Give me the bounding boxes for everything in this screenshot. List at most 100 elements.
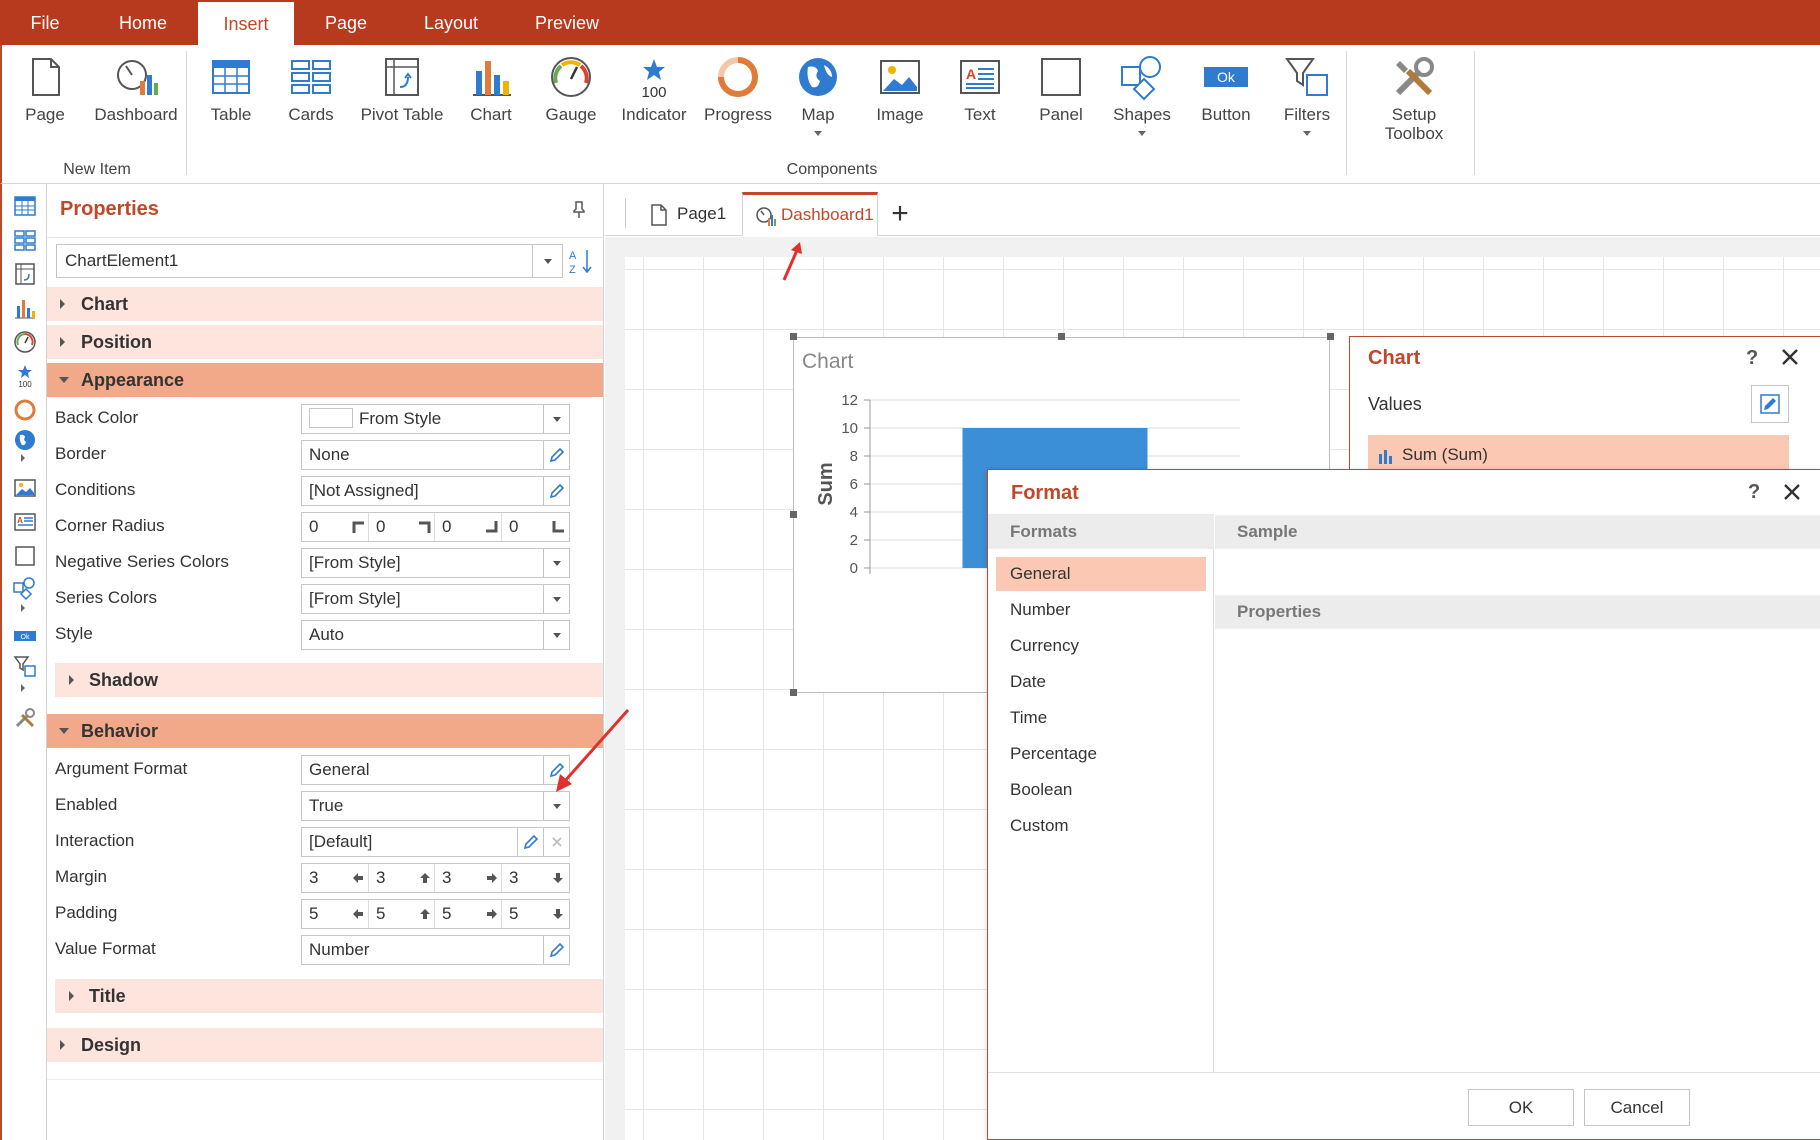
ribbon-page-button[interactable]: Page — [16, 53, 74, 173]
tab-dashboard1[interactable]: Dashboard1 — [742, 192, 878, 236]
enabled-select[interactable]: True — [301, 791, 570, 821]
resize-handle[interactable] — [790, 689, 797, 696]
ribbon-panel-button[interactable]: Panel — [1030, 53, 1092, 173]
format-item-custom[interactable]: Custom — [996, 809, 1206, 843]
menu-tab-home[interactable]: Home — [90, 0, 196, 45]
cancel-button[interactable]: Cancel — [1584, 1089, 1690, 1126]
ribbon-pivot-table-button[interactable]: Pivot Table — [354, 53, 450, 173]
enabled-dropdown[interactable] — [543, 792, 569, 820]
back-color-dropdown[interactable] — [543, 405, 569, 433]
ribbon-table-button[interactable]: Table — [200, 53, 262, 173]
margin-left[interactable]: 3 — [309, 864, 318, 892]
corner-radius-bottom-right[interactable]: 0 — [442, 513, 451, 541]
values-list-item[interactable]: Sum (Sum) — [1368, 435, 1789, 473]
back-color-select[interactable]: From Style — [301, 404, 570, 434]
section-title[interactable]: Title — [55, 979, 603, 1013]
tab-page1[interactable]: Page1 — [641, 192, 737, 236]
resize-handle[interactable] — [1327, 333, 1334, 340]
value-format-edit-button[interactable] — [543, 936, 569, 964]
add-tab-button[interactable]: + — [885, 192, 915, 236]
format-item-time[interactable]: Time — [996, 701, 1206, 735]
section-behavior[interactable]: Behavior — [47, 714, 603, 748]
cards-icon[interactable] — [13, 228, 37, 252]
resize-handle[interactable] — [1058, 333, 1065, 340]
ribbon-image-button[interactable]: Image — [868, 53, 932, 173]
pivot-table-icon[interactable] — [13, 262, 37, 286]
margin-field[interactable]: 3 3 3 3 — [301, 863, 570, 893]
ribbon-text-button[interactable]: A Text — [950, 53, 1010, 173]
section-appearance[interactable]: Appearance — [47, 363, 603, 397]
section-position[interactable]: Position — [47, 325, 603, 359]
menu-tab-insert[interactable]: Insert — [198, 2, 294, 45]
ok-button[interactable]: OK — [1468, 1089, 1574, 1126]
padding-left[interactable]: 5 — [309, 900, 318, 928]
menu-tab-file[interactable]: File — [0, 0, 90, 45]
ribbon-progress-button[interactable]: Progress — [698, 53, 778, 173]
ribbon-filters-button[interactable]: Filters — [1276, 53, 1338, 173]
margin-top[interactable]: 3 — [376, 864, 385, 892]
help-button[interactable]: ? — [1746, 347, 1758, 370]
negative-series-colors-select[interactable]: [From Style] — [301, 548, 570, 578]
interaction-clear-button[interactable] — [543, 828, 569, 856]
ribbon-button-button[interactable]: Ok Button — [1190, 53, 1262, 173]
image-icon[interactable] — [13, 476, 37, 500]
section-chart[interactable]: Chart — [47, 287, 603, 321]
style-select[interactable]: Auto — [301, 620, 570, 650]
interaction-edit-button[interactable] — [517, 828, 543, 856]
argument-format-field[interactable]: General — [301, 755, 570, 785]
shapes-icon[interactable] — [13, 576, 37, 600]
ribbon-setup-toolbox-button[interactable]: Setup Toolbox — [1372, 53, 1456, 173]
value-format-field[interactable]: Number — [301, 935, 570, 965]
padding-top[interactable]: 5 — [376, 900, 385, 928]
negative-series-colors-dropdown[interactable] — [543, 549, 569, 577]
style-dropdown[interactable] — [543, 621, 569, 649]
resize-handle[interactable] — [790, 511, 797, 518]
format-item-currency[interactable]: Currency — [996, 629, 1206, 663]
conditions-edit-button[interactable] — [543, 477, 569, 505]
map-icon[interactable] — [13, 428, 37, 452]
help-button[interactable]: ? — [1748, 481, 1760, 504]
format-item-date[interactable]: Date — [996, 665, 1206, 699]
conditions-field[interactable]: [Not Assigned] — [301, 476, 570, 506]
format-item-boolean[interactable]: Boolean — [996, 773, 1206, 807]
sort-alphabetical-icon[interactable]: AZ — [566, 245, 596, 277]
element-select[interactable]: ChartElement1 — [56, 244, 563, 278]
interaction-field[interactable]: [Default] — [301, 827, 570, 857]
format-item-number[interactable]: Number — [996, 593, 1206, 627]
corner-radius-field[interactable]: 0 0 0 0 — [301, 512, 570, 542]
resize-handle[interactable] — [790, 333, 797, 340]
menu-tab-page[interactable]: Page — [294, 0, 398, 45]
border-field[interactable]: None — [301, 440, 570, 470]
ribbon-indicator-button[interactable]: 100 Indicator — [612, 53, 696, 173]
format-item-general[interactable]: General — [996, 557, 1206, 591]
ribbon-shapes-button[interactable]: Shapes — [1106, 53, 1178, 173]
corner-radius-top-left[interactable]: 0 — [309, 513, 318, 541]
table-icon[interactable] — [13, 194, 37, 218]
element-select-dropdown[interactable] — [532, 245, 562, 277]
ribbon-cards-button[interactable]: Cards — [280, 53, 342, 173]
margin-right[interactable]: 3 — [442, 864, 451, 892]
border-edit-button[interactable] — [543, 441, 569, 469]
menu-tab-layout[interactable]: Layout — [398, 0, 504, 45]
margin-bottom[interactable]: 3 — [509, 864, 518, 892]
ribbon-chart-button[interactable]: Chart — [460, 53, 522, 173]
corner-radius-bottom-left[interactable]: 0 — [509, 513, 518, 541]
indicator-icon[interactable]: 100 — [13, 364, 37, 388]
tools-icon[interactable] — [13, 706, 37, 730]
section-shadow[interactable]: Shadow — [55, 663, 603, 697]
close-icon[interactable] — [1780, 347, 1800, 367]
text-icon[interactable]: A — [13, 510, 37, 534]
series-colors-dropdown[interactable] — [543, 585, 569, 613]
values-edit-button[interactable] — [1751, 385, 1789, 423]
filters-icon[interactable] — [13, 654, 37, 678]
progress-icon[interactable] — [13, 398, 37, 422]
pin-icon[interactable] — [571, 200, 587, 220]
ribbon-gauge-button[interactable]: Gauge — [540, 53, 602, 173]
menu-tab-preview[interactable]: Preview — [504, 0, 630, 45]
padding-right[interactable]: 5 — [442, 900, 451, 928]
padding-bottom[interactable]: 5 — [509, 900, 518, 928]
button-icon[interactable]: Ok — [13, 624, 37, 648]
corner-radius-top-right[interactable]: 0 — [376, 513, 385, 541]
ribbon-map-button[interactable]: Map — [788, 53, 848, 173]
chart-icon[interactable] — [13, 296, 37, 320]
